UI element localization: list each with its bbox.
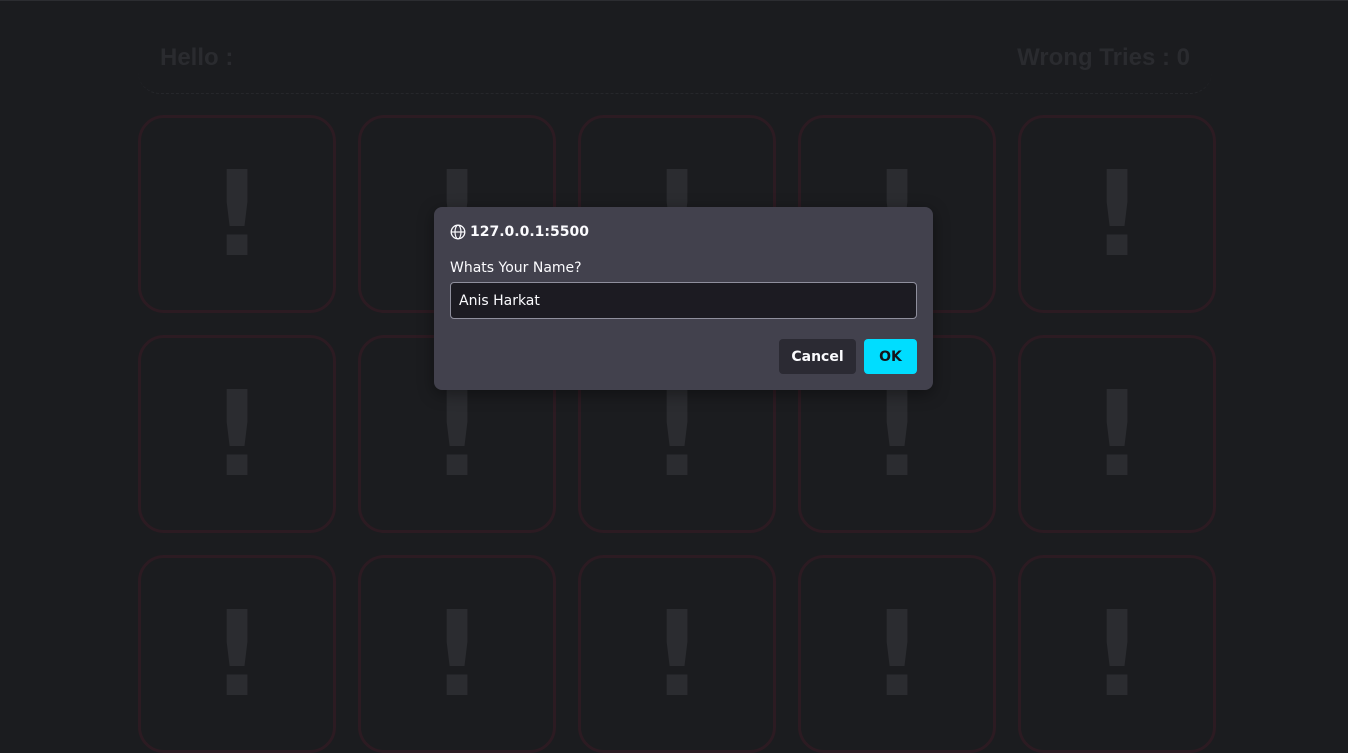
card-face: ! [870,365,924,503]
game-card[interactable]: ! [138,115,336,313]
dialog-origin: 127.0.0.1:5500 [450,223,589,241]
card-face: ! [1090,585,1144,723]
card-face: ! [210,365,264,503]
card-face: ! [650,365,704,503]
card-face: ! [1090,145,1144,283]
game-card[interactable]: ! [1018,115,1216,313]
name-input[interactable] [450,282,917,319]
ok-button[interactable]: OK [864,339,917,374]
dialog-message: Whats Your Name? [450,260,582,276]
dialog-origin-text: 127.0.0.1:5500 [470,224,589,240]
game-card[interactable]: ! [578,555,776,753]
game-card[interactable]: ! [798,555,996,753]
game-card[interactable]: ! [138,555,336,753]
game-card[interactable]: ! [138,335,336,533]
card-face: ! [430,585,484,723]
wrong-tries-counter: Wrong Tries : 0 [1017,43,1190,71]
card-face: ! [430,365,484,503]
card-face: ! [210,585,264,723]
prompt-dialog: 127.0.0.1:5500 Whats Your Name? Cancel O… [434,207,933,390]
game-card[interactable]: ! [1018,335,1216,533]
cancel-button[interactable]: Cancel [779,339,856,374]
game-card[interactable]: ! [358,555,556,753]
card-face: ! [210,145,264,283]
game-card[interactable]: ! [1018,555,1216,753]
card-face: ! [1090,365,1144,503]
game-info-bar: Hello : Wrong Tries : 0 [138,22,1212,94]
card-face: ! [870,585,924,723]
player-name-label: Hello : [160,43,234,71]
globe-icon [450,224,466,240]
card-face: ! [650,585,704,723]
